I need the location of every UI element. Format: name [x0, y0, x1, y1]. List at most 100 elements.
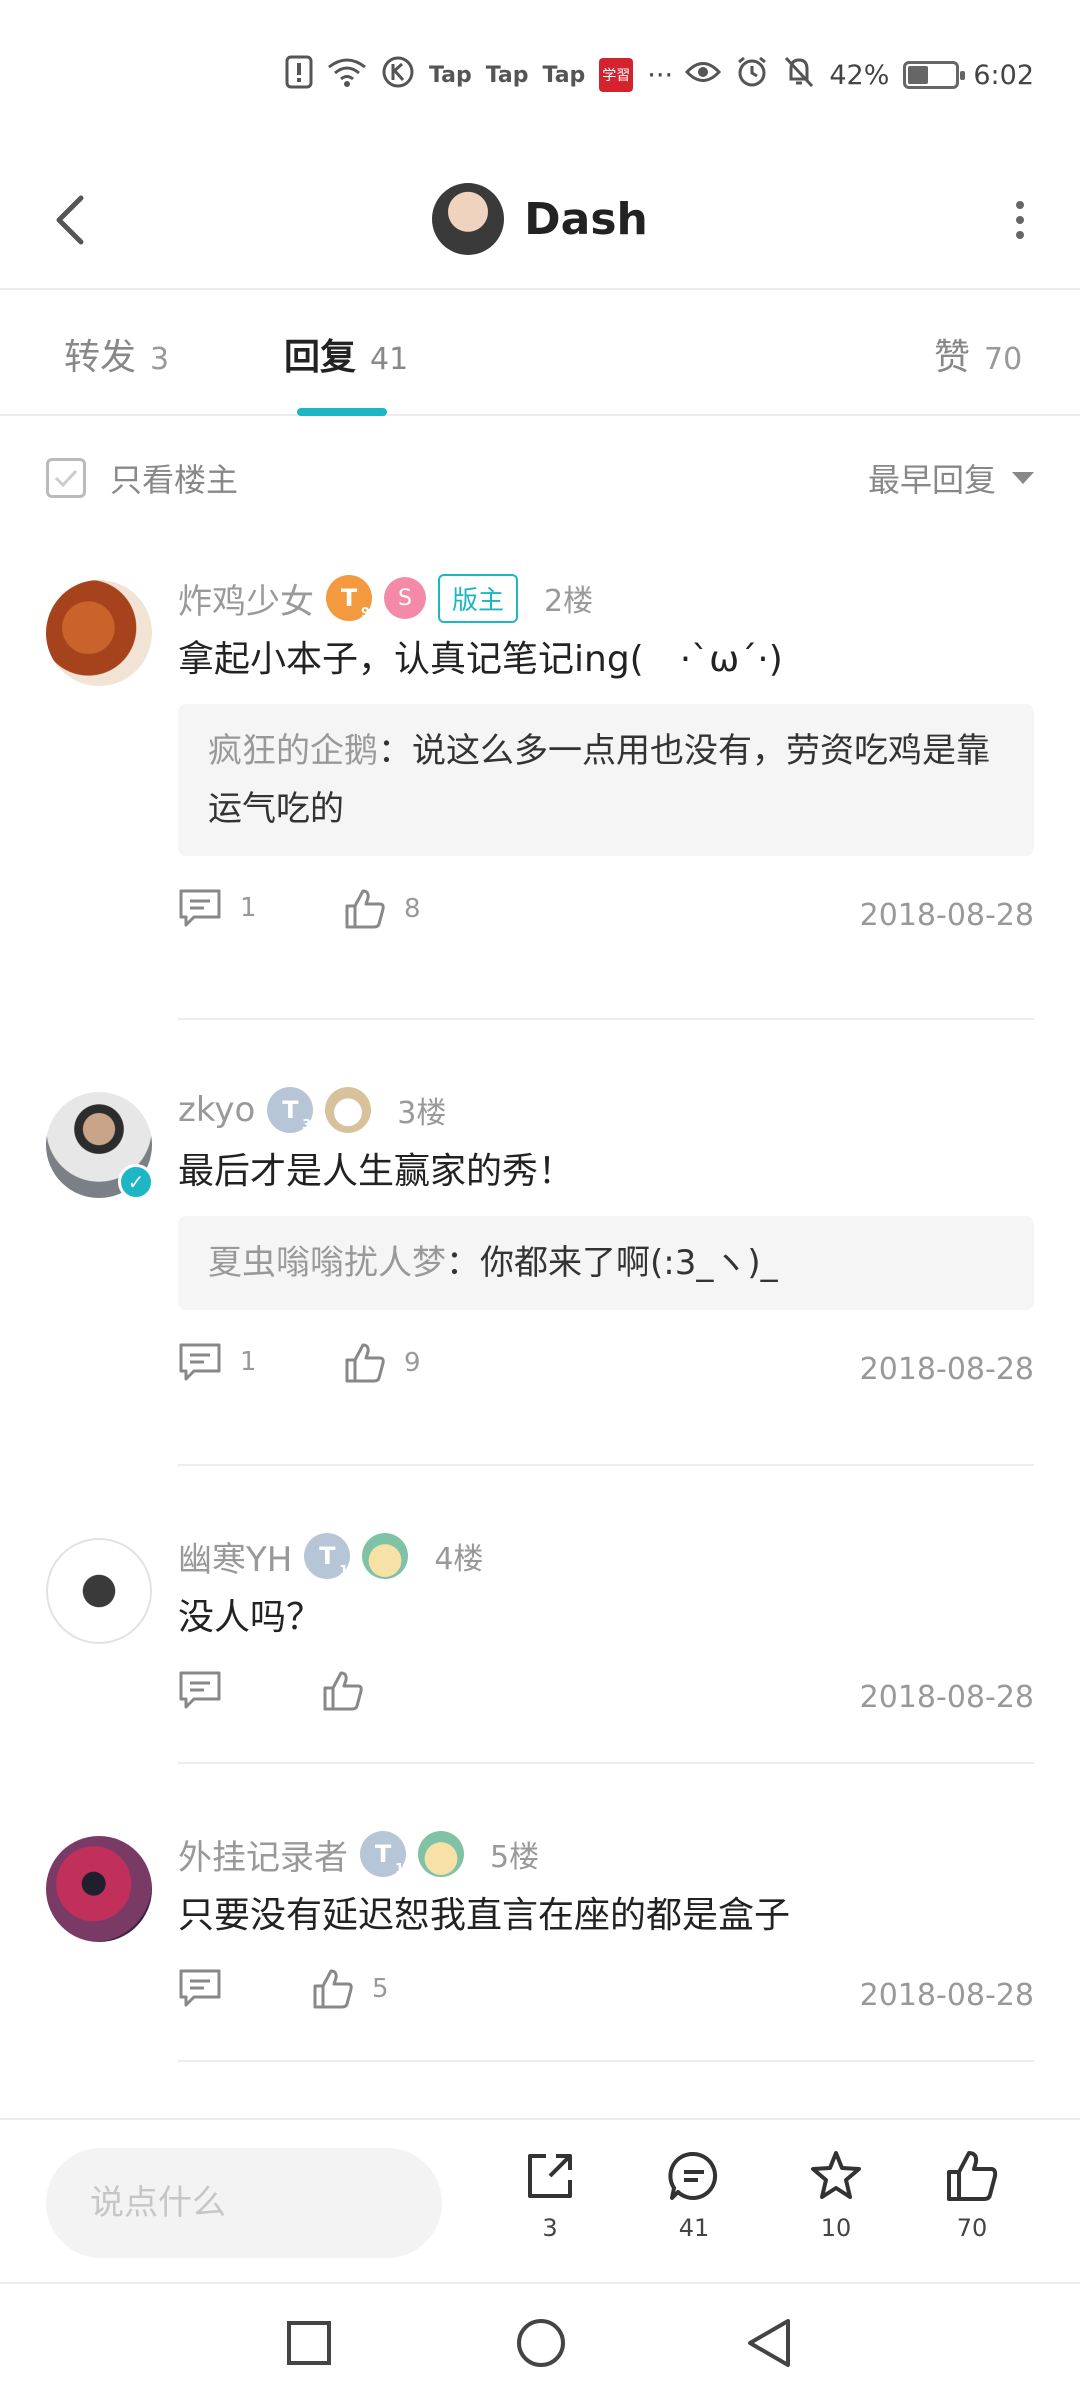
- page-title: Dash: [524, 193, 648, 245]
- quoted-reply[interactable]: 夏虫嗡嗡扰人梦：你都来了啊(:3_ヽ)_: [178, 1216, 1034, 1310]
- username[interactable]: 外挂记录者: [178, 1830, 348, 1879]
- header-user[interactable]: Dash: [432, 183, 648, 255]
- comment-actions: 1 9 2018-08-28: [178, 1330, 1034, 1410]
- comment-bubble-icon: [668, 2151, 718, 2200]
- divider: [178, 1018, 1034, 1020]
- divider: [178, 1464, 1034, 1466]
- level-number: 3: [302, 1118, 312, 1133]
- reply-button[interactable]: [178, 1670, 240, 1710]
- home-button[interactable]: [506, 2308, 576, 2378]
- tab-label: 回复: [284, 337, 357, 378]
- quoted-reply[interactable]: 疯狂的企鹅：说这么多一点用也没有，劳资吃鸡是靠运气吃的: [178, 704, 1034, 856]
- comment-actions: 1 8 2018-08-28: [178, 876, 1034, 956]
- reply-count: 1: [240, 893, 257, 923]
- quote-username[interactable]: 疯狂的企鹅: [208, 731, 378, 771]
- floor-number: 5楼: [490, 1840, 540, 1875]
- reply-button[interactable]: [178, 1968, 240, 2008]
- thumbs-up-icon: [947, 2151, 998, 2201]
- comment-icon: [179, 1343, 221, 1381]
- tab-label: 赞: [934, 337, 971, 378]
- triangle-back-icon: [748, 2319, 790, 2367]
- comments-button[interactable]: 41: [644, 2148, 744, 2242]
- floor-number: 3楼: [397, 1096, 447, 1131]
- username[interactable]: 炸鸡少女: [178, 574, 314, 623]
- active-tab-indicator: [297, 408, 387, 416]
- avatar[interactable]: [46, 580, 152, 686]
- level-letter: T: [282, 1096, 299, 1124]
- name-row: 外挂记录者 T1 5楼: [178, 1826, 1034, 1882]
- sort-dropdown[interactable]: 最早回复: [868, 455, 1034, 501]
- author-avatar[interactable]: [432, 183, 505, 255]
- back-nav-button[interactable]: [734, 2308, 804, 2378]
- more-vertical-icon: [1016, 201, 1024, 239]
- favorite-button[interactable]: 10: [786, 2148, 886, 2242]
- circle-icon: [517, 2319, 565, 2367]
- tab-likes[interactable]: 赞 70: [934, 328, 1022, 380]
- status-bar: Tap Tap Tap 学習 ··· 42% 6:02: [0, 0, 1080, 150]
- comment-icon: [179, 1671, 221, 1709]
- back-button[interactable]: [40, 180, 100, 260]
- tab-replies[interactable]: 回复 41: [284, 328, 408, 380]
- avatar-image: [46, 580, 152, 686]
- level-badge: T1: [304, 1533, 351, 1579]
- comment-date: 2018-08-28: [859, 1352, 1034, 1387]
- bottom-action-bar: 3 41 10 70: [0, 2118, 1080, 2280]
- star-icon: [811, 2151, 861, 2199]
- like-button[interactable]: 5: [312, 1968, 389, 2010]
- level-number: 1: [394, 1862, 404, 1877]
- verified-icon: ✓: [118, 1164, 154, 1200]
- comment-date: 2018-08-28: [859, 1680, 1034, 1715]
- like-button[interactable]: 9: [344, 1342, 421, 1384]
- tap-app-label: Tap: [542, 62, 586, 88]
- share-icon: [528, 2154, 572, 2198]
- username[interactable]: zkyo: [178, 1090, 255, 1130]
- avatar[interactable]: [46, 1538, 152, 1644]
- like-count: 9: [404, 1348, 421, 1378]
- quote-username[interactable]: 夏虫嗡嗡扰人梦: [208, 1243, 446, 1283]
- level-letter: T: [340, 584, 358, 612]
- reply-button[interactable]: 1: [178, 888, 257, 928]
- comment-icon: [179, 1969, 221, 2007]
- comment-body: 幽寒YH T1 4楼 没人吗？ 2018-08-28: [178, 1528, 1034, 1738]
- like-button[interactable]: 8: [344, 888, 421, 930]
- comment-text: 只要没有延迟恕我直言在座的都是盒子: [178, 1895, 791, 1936]
- pet-sticker-icon: [325, 1087, 372, 1133]
- filter-row: 只看楼主 最早回复: [0, 418, 1080, 538]
- level-badge: T9: [326, 575, 372, 621]
- level-badge: T1: [360, 1831, 406, 1877]
- name-row: zkyo T3 3楼: [178, 1082, 1034, 1138]
- like-count: 8: [404, 894, 421, 924]
- more-notifications: ···: [647, 59, 674, 91]
- share-button[interactable]: 3: [500, 2148, 600, 2242]
- only-op-label: 只看楼主: [110, 461, 239, 499]
- more-options-button[interactable]: [990, 180, 1050, 260]
- avatar-image: [46, 1836, 152, 1942]
- wifi-icon: [327, 57, 367, 94]
- like-post-button[interactable]: 70: [922, 2148, 1022, 2242]
- system-nav-bar: [0, 2282, 1080, 2400]
- like-button[interactable]: [322, 1670, 382, 1712]
- caret-down-icon: [1012, 472, 1034, 484]
- app-header: Dash: [0, 150, 1080, 290]
- avatar[interactable]: [46, 1836, 152, 1942]
- thumbs-up-icon: [345, 889, 385, 929]
- tab-reposts[interactable]: 转发 3: [64, 328, 169, 380]
- alert-icon: [285, 55, 313, 96]
- tap-app-label: Tap: [429, 62, 472, 88]
- thumbs-up-icon: [345, 1343, 385, 1383]
- only-op-toggle[interactable]: 只看楼主: [46, 455, 238, 501]
- avatar[interactable]: ✓: [46, 1092, 154, 1200]
- username[interactable]: 幽寒YH: [178, 1532, 292, 1581]
- comment-date: 2018-08-28: [859, 898, 1034, 933]
- reply-button[interactable]: 1: [178, 1342, 257, 1382]
- only-op-checkbox[interactable]: [46, 458, 86, 498]
- level-letter: T: [319, 1542, 336, 1570]
- recents-button[interactable]: [274, 2308, 344, 2378]
- divider: [178, 1762, 1034, 1764]
- role-tag: 版主: [438, 573, 519, 623]
- tab-count: 70: [984, 342, 1023, 377]
- tab-bar: 转发 3 回复 41 赞 70: [0, 292, 1080, 416]
- comment-input[interactable]: [46, 2148, 442, 2258]
- level-badge: T3: [267, 1087, 314, 1133]
- special-badge-icon: S: [384, 577, 426, 619]
